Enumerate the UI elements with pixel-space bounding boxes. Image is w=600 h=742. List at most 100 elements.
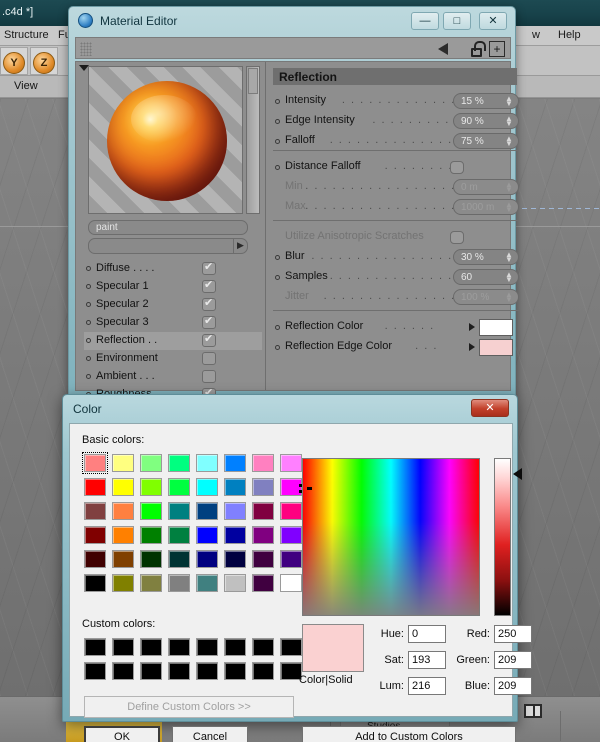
color-swatch[interactable] xyxy=(112,662,134,680)
custom-color-swatch[interactable] xyxy=(194,636,220,658)
basic-color-swatch[interactable] xyxy=(138,500,164,522)
channel-row[interactable]: Environment xyxy=(84,350,262,368)
color-swatch[interactable] xyxy=(84,550,106,568)
property-bullet-icon[interactable] xyxy=(275,139,280,144)
basic-color-swatch[interactable] xyxy=(138,476,164,498)
color-swatch[interactable] xyxy=(112,638,134,656)
custom-color-swatch[interactable] xyxy=(110,660,136,682)
color-swatch[interactable] xyxy=(224,526,246,544)
expand-arrow-icon[interactable] xyxy=(469,323,475,331)
basic-color-swatch[interactable] xyxy=(278,548,304,570)
material-editor-window[interactable]: Material Editor — □ ✕ + paint ▶ Diffuse … xyxy=(68,6,519,401)
basic-color-swatch[interactable] xyxy=(250,500,276,522)
color-swatch[interactable] xyxy=(168,662,190,680)
color-swatch[interactable] xyxy=(168,454,190,472)
color-swatch[interactable] xyxy=(224,662,246,680)
book-icon[interactable] xyxy=(524,704,542,718)
basic-color-swatch[interactable] xyxy=(138,524,164,546)
color-swatch[interactable] xyxy=(252,454,274,472)
axis-z-button[interactable]: Z xyxy=(33,52,55,74)
custom-color-swatch[interactable] xyxy=(166,636,192,658)
property-value-field[interactable]: 30 % ▲ ▼ xyxy=(453,249,519,265)
expand-arrow-icon[interactable] xyxy=(469,343,475,351)
property-bullet-icon[interactable] xyxy=(275,275,280,280)
basic-color-swatch[interactable] xyxy=(110,500,136,522)
color-swatch[interactable] xyxy=(280,574,302,592)
color-swatch[interactable] xyxy=(140,574,162,592)
property-bullet-icon[interactable] xyxy=(275,325,280,330)
basic-color-swatch[interactable] xyxy=(82,452,108,474)
channel-row[interactable]: Specular 3 xyxy=(84,314,262,332)
property-value-field[interactable]: 0 m ▲ ▼ xyxy=(453,179,519,195)
color-dialog[interactable]: Color ✕ Basic colors: Custom colors: Def… xyxy=(62,394,532,742)
lock-icon[interactable] xyxy=(471,41,486,57)
custom-color-swatch[interactable] xyxy=(222,636,248,658)
spinner-icon[interactable]: ▲ ▼ xyxy=(505,135,513,148)
custom-color-swatch[interactable] xyxy=(250,660,276,682)
material-preview[interactable] xyxy=(88,66,243,214)
back-arrow-icon[interactable] xyxy=(438,43,448,55)
color-swatch[interactable] xyxy=(168,574,190,592)
custom-color-swatch[interactable] xyxy=(194,660,220,682)
basic-color-swatch[interactable] xyxy=(82,524,108,546)
color-swatch[interactable] xyxy=(224,502,246,520)
custom-color-swatch[interactable] xyxy=(278,636,304,658)
viewport-menu-view[interactable]: View xyxy=(14,80,38,92)
material-combo-field[interactable]: ▶ xyxy=(88,238,248,254)
green-field[interactable]: 209 xyxy=(494,651,532,669)
cancel-button[interactable]: Cancel xyxy=(172,726,248,742)
property-value-field[interactable]: 100 % ▲ ▼ xyxy=(453,289,519,305)
define-custom-colors-button[interactable]: Define Custom Colors >> xyxy=(84,696,294,718)
basic-color-swatch[interactable] xyxy=(194,500,220,522)
color-swatch[interactable] xyxy=(84,478,106,496)
channel-bullet-icon[interactable] xyxy=(86,302,91,307)
spinner-icon[interactable]: ▲ ▼ xyxy=(505,201,513,214)
basic-color-swatch[interactable] xyxy=(194,452,220,474)
basic-color-swatch[interactable] xyxy=(138,452,164,474)
color-swatch[interactable] xyxy=(224,454,246,472)
channel-checkbox[interactable] xyxy=(202,332,216,347)
custom-color-swatch[interactable] xyxy=(82,660,108,682)
basic-color-swatch[interactable] xyxy=(222,452,248,474)
property-bullet-icon[interactable] xyxy=(275,165,280,170)
color-swatch[interactable] xyxy=(84,502,106,520)
color-swatch[interactable] xyxy=(112,478,134,496)
color-swatch[interactable] xyxy=(196,478,218,496)
color-swatch[interactable] xyxy=(280,638,302,656)
color-swatch[interactable] xyxy=(196,550,218,568)
channel-bullet-icon[interactable] xyxy=(86,320,91,325)
color-swatch[interactable] xyxy=(224,478,246,496)
basic-color-swatch[interactable] xyxy=(138,548,164,570)
basic-color-swatch[interactable] xyxy=(166,476,192,498)
color-swatch[interactable] xyxy=(168,502,190,520)
property-toggle[interactable] xyxy=(450,161,464,174)
basic-color-swatch[interactable] xyxy=(82,500,108,522)
spinner-icon[interactable]: ▲ ▼ xyxy=(505,115,513,128)
channel-checkbox[interactable] xyxy=(202,278,216,293)
color-swatch[interactable] xyxy=(140,526,162,544)
property-bullet-icon[interactable] xyxy=(275,99,280,104)
material-name-field[interactable]: paint xyxy=(88,220,248,235)
lum-field[interactable]: 216 xyxy=(408,677,446,695)
basic-color-swatch[interactable] xyxy=(82,548,108,570)
maximize-button[interactable]: □ xyxy=(443,12,471,30)
red-field[interactable]: 250 xyxy=(494,625,532,643)
axis-y-button[interactable]: Y xyxy=(3,52,25,74)
color-swatch[interactable] xyxy=(280,550,302,568)
basic-color-swatch[interactable] xyxy=(250,572,276,594)
minimize-button[interactable]: — xyxy=(411,12,439,30)
color-swatch[interactable] xyxy=(252,502,274,520)
basic-color-swatch[interactable] xyxy=(222,476,248,498)
grip-icon[interactable] xyxy=(80,42,92,56)
basic-color-swatch[interactable] xyxy=(194,548,220,570)
color-swatch[interactable] xyxy=(479,319,513,336)
color-dialog-close-button[interactable]: ✕ xyxy=(471,399,509,417)
color-swatch[interactable] xyxy=(224,550,246,568)
custom-color-swatch[interactable] xyxy=(222,660,248,682)
basic-color-swatch[interactable] xyxy=(250,452,276,474)
color-swatch[interactable] xyxy=(224,574,246,592)
basic-color-swatch[interactable] xyxy=(222,524,248,546)
spinner-icon[interactable]: ▲ ▼ xyxy=(505,271,513,284)
property-toggle[interactable] xyxy=(450,231,464,244)
color-swatch[interactable] xyxy=(112,454,134,472)
